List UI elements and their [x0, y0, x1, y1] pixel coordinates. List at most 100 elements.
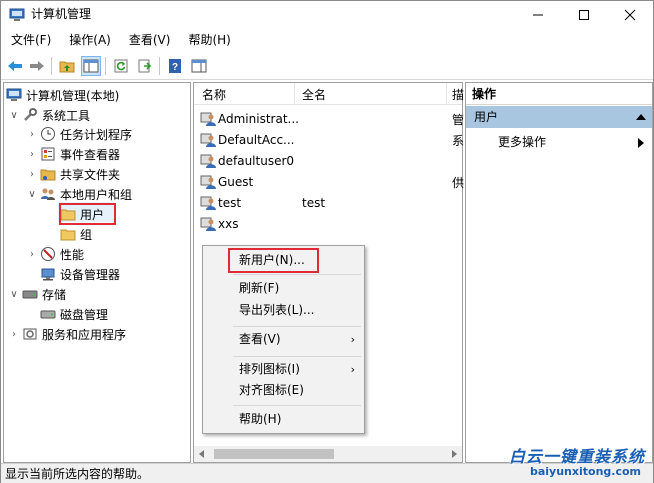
menu-item-view[interactable]: 查看(V) › — [204, 329, 363, 350]
column-header-name[interactable]: 名称 — [202, 83, 226, 107]
menu-help[interactable]: 帮助(H) — [178, 29, 238, 51]
table-row[interactable]: Administrat... 管 — [200, 109, 464, 129]
svg-text:?: ? — [172, 62, 178, 73]
watermark: 白云一键重装系统 baiyunxitong.com — [479, 443, 649, 481]
menu-item-align-icons[interactable]: 对齐图标(E) — [204, 380, 363, 401]
actions-section-label: 用户 — [474, 110, 499, 124]
show-hide-console-tree-button[interactable] — [81, 56, 101, 76]
back-button[interactable] — [5, 56, 25, 76]
menu-item-refresh[interactable]: 刷新(F) — [204, 278, 363, 299]
tree-node-performance[interactable]: › 性能 — [26, 244, 84, 264]
show-hide-action-pane-button[interactable] — [189, 56, 209, 76]
shared-folder-icon — [40, 166, 56, 182]
close-button[interactable] — [607, 1, 653, 29]
user-name: Administrat... — [218, 112, 299, 126]
table-row[interactable]: xxs — [200, 214, 462, 234]
scrollbar-thumb[interactable] — [214, 449, 334, 459]
help-book-icon: ? — [169, 59, 181, 73]
menu-file[interactable]: 文件(F) — [1, 29, 59, 51]
tree-node-local-users-groups[interactable]: ∨ 本地用户和组 — [26, 184, 132, 204]
user-name: xxs — [218, 217, 239, 231]
menu-action[interactable]: 操作(A) — [59, 29, 119, 51]
tree-label: 计算机管理(本地) — [26, 88, 120, 103]
forward-button[interactable] — [27, 56, 47, 76]
chevron-down-icon[interactable]: ∨ — [26, 189, 38, 200]
watermark-brand: 白云一键重装系统 — [508, 447, 645, 466]
maximize-icon — [579, 10, 589, 20]
collapse-up-icon[interactable] — [636, 114, 646, 120]
user-icon — [200, 196, 216, 210]
chevron-down-icon[interactable]: ∨ — [8, 110, 20, 121]
minimize-button[interactable] — [515, 1, 561, 29]
tree-label: 事件查看器 — [60, 147, 121, 162]
tree-label: 存储 — [42, 287, 67, 302]
horizontal-scrollbar[interactable] — [194, 446, 462, 462]
context-menu: 新用户(N)... 刷新(F) 导出列表(L)... 查看(V) › 排列图标(… — [202, 245, 365, 434]
chevron-right-icon[interactable]: › — [26, 129, 38, 140]
menu-item-arrange-icons[interactable]: 排列图标(I) › — [204, 359, 363, 380]
user-icon — [200, 133, 216, 147]
user-description: 供 — [452, 175, 465, 190]
tree-label: 本地用户和组 — [60, 187, 133, 202]
table-row[interactable]: Guest 供 — [200, 172, 465, 192]
tree-label: 服务和应用程序 — [42, 327, 127, 342]
scroll-right-icon[interactable] — [450, 450, 458, 458]
help-button[interactable]: ? — [165, 56, 185, 76]
tree-label: 任务计划程序 — [60, 127, 133, 142]
tree-node-event-viewer[interactable]: › 事件查看器 — [26, 144, 120, 164]
menu-separator — [233, 356, 361, 357]
menu-item-label: 排列图标(I) — [239, 362, 300, 376]
tree-label: 系统工具 — [42, 108, 91, 123]
arrow-left-icon — [8, 61, 22, 71]
tree-node-groups[interactable]: 组 — [60, 224, 92, 244]
refresh-button[interactable] — [111, 56, 131, 76]
chevron-right-icon[interactable]: › — [26, 249, 38, 260]
tree-node-device-manager[interactable]: 设备管理器 — [40, 264, 120, 284]
tree-node-disk-management[interactable]: 磁盘管理 — [40, 304, 108, 324]
chevron-right-icon[interactable]: › — [8, 329, 20, 340]
column-separator[interactable] — [294, 83, 295, 105]
folder-icon — [60, 226, 76, 242]
column-separator[interactable] — [446, 83, 447, 105]
tree-node-root[interactable]: 计算机管理(本地) — [6, 85, 119, 105]
user-name: test — [218, 196, 242, 210]
tree-label: 共享文件夹 — [60, 167, 121, 182]
storage-icon — [22, 286, 38, 302]
tree-node-shared-folders[interactable]: › 共享文件夹 — [26, 164, 120, 184]
column-header-description[interactable]: 描 — [452, 83, 464, 107]
window-title: 计算机管理 — [31, 7, 92, 21]
chevron-right-icon[interactable]: › — [26, 149, 38, 160]
user-name: defaultuser0 — [218, 154, 295, 168]
up-one-level-button[interactable] — [57, 56, 77, 76]
users-group-icon — [40, 186, 56, 202]
system-tools-icon — [22, 107, 38, 123]
column-header-fullname[interactable]: 全名 — [302, 83, 326, 107]
menu-item-export-list[interactable]: 导出列表(L)... — [204, 300, 363, 321]
chevron-right-icon[interactable]: › — [26, 169, 38, 180]
tree-node-services-apps[interactable]: › 服务和应用程序 — [8, 324, 126, 344]
more-actions-item[interactable]: 更多操作 — [498, 132, 546, 152]
user-name: Guest — [218, 175, 254, 189]
tree-node-system-tools[interactable]: ∨ 系统工具 — [8, 105, 90, 125]
title-bar: 计算机管理 — [1, 1, 653, 29]
menu-view[interactable]: 查看(V) — [119, 29, 179, 51]
actions-section-users[interactable]: 用户 — [466, 106, 652, 128]
table-row[interactable]: defaultuser0 — [200, 151, 462, 171]
maximize-button[interactable] — [561, 1, 607, 29]
folder-up-icon — [59, 61, 75, 73]
chevron-down-icon[interactable]: ∨ — [8, 289, 20, 300]
new-user-highlight — [228, 248, 319, 273]
menu-separator — [233, 326, 361, 327]
export-list-button[interactable] — [135, 56, 155, 76]
table-row[interactable]: test test — [200, 193, 462, 213]
watermark-url: baiyunxitong.com — [529, 465, 641, 478]
table-row[interactable]: DefaultAcc... 系 — [200, 130, 464, 150]
menu-item-label: 查看(V) — [239, 332, 281, 346]
tree-node-task-scheduler[interactable]: › 任务计划程序 — [26, 124, 132, 144]
minimize-icon — [533, 14, 543, 16]
submenu-arrow-icon[interactable] — [638, 138, 644, 148]
tree-label: 性能 — [60, 247, 85, 262]
tree-node-storage[interactable]: ∨ 存储 — [8, 284, 66, 304]
menu-item-help[interactable]: 帮助(H) — [204, 409, 363, 430]
scroll-left-icon[interactable] — [198, 450, 206, 458]
